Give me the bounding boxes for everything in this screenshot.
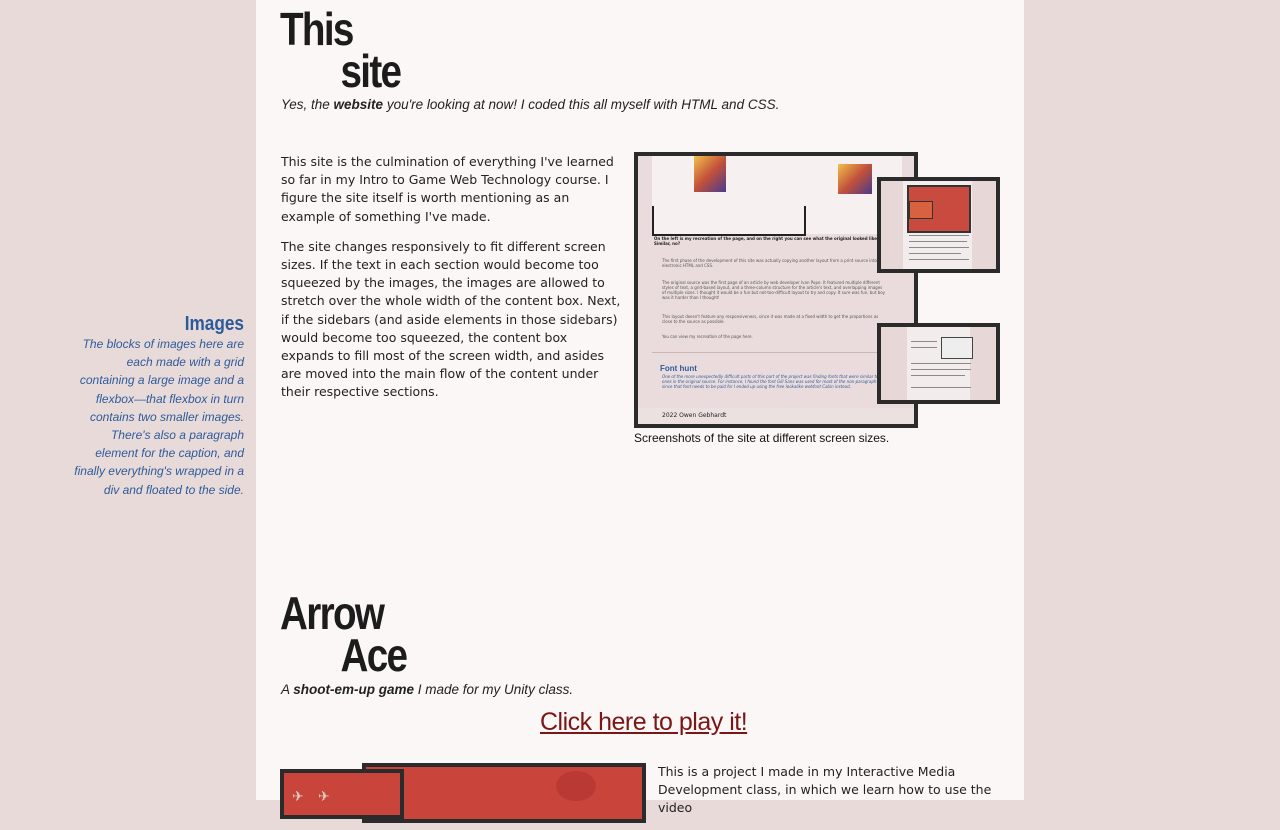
game-screenshot-large [362, 763, 646, 823]
screenshot-large: On the left is my recreation of the page… [634, 152, 918, 428]
mini-line [909, 235, 969, 236]
screenshot-p4: You can view my recreation of the page h… [662, 334, 753, 339]
paragraph: This site is the culmination of everythi… [281, 154, 614, 224]
mini-line [911, 363, 971, 364]
screenshot-p3: This layout doesn't feature any responsi… [662, 314, 879, 324]
mini-sidebar [881, 327, 907, 400]
title-line-1: Arrow [280, 587, 385, 639]
mini-sidebar-right [970, 327, 996, 400]
screenshot-frame [652, 206, 806, 236]
mini-line [909, 253, 961, 254]
subtitle-pre: Yes, the [281, 97, 334, 112]
mini-line [911, 375, 965, 376]
aside-images: Images The blocks of images here are eac… [72, 313, 244, 499]
title-line-2: site [340, 45, 402, 97]
screenshot-note: One of the more unexpectedly difficult p… [662, 374, 887, 389]
figure-caption: Screenshots of the site at different scr… [634, 431, 890, 445]
section-title-this-site: This site [280, 3, 402, 97]
screenshot-divider [652, 352, 902, 353]
subtitle-post: you're looking at now! I coded this all … [383, 97, 780, 112]
section-subtitle: A shoot-em-up game I made for my Unity c… [281, 682, 573, 697]
site-section-body: This site is the culmination of everythi… [281, 153, 621, 414]
aside-heading: Images [184, 313, 244, 335]
paragraph: The site changes responsively to fit dif… [281, 238, 621, 400]
game-screenshot-small: ✈ ✈ [280, 769, 404, 819]
mini-line [911, 369, 971, 370]
title-line-1: This [280, 3, 354, 55]
screenshot-p2: The original source was the first page o… [662, 280, 886, 300]
plane-icon: ✈ [318, 789, 330, 805]
mini-game-image-small [909, 201, 933, 219]
screenshot-small-top [877, 177, 1000, 273]
screenshot-footer: 2022 Owen Gebhardt [662, 412, 727, 419]
screenshot-heatmap-2 [838, 164, 872, 194]
mini-line [909, 247, 969, 248]
subtitle-pre: A [281, 682, 294, 697]
screenshot-heading: Font hunt [660, 364, 697, 373]
mini-line [911, 347, 937, 348]
paragraph: This is a project I made in my Interacti… [658, 764, 992, 816]
title-line-2: Ace [340, 629, 408, 681]
arrow-section-body: This is a project I made in my Interacti… [658, 763, 1003, 830]
screenshot-p1: The first phase of the development of th… [662, 258, 877, 268]
section-title-arrow-ace: Arrow Ace [280, 587, 408, 681]
play-game-link[interactable]: Click here to play it! [540, 708, 748, 737]
aside-text: The blocks of images here are each made … [74, 337, 244, 497]
game-bg-shape [556, 771, 596, 801]
subtitle-post: I made for my Unity class. [414, 682, 574, 697]
mini-sidebar-right [972, 181, 996, 269]
mini-line [911, 341, 937, 342]
plane-icon: ✈ [292, 789, 304, 805]
subtitle-bold: shoot-em-up game [293, 682, 415, 697]
screenshot-small-bottom [877, 323, 1000, 404]
mini-sidebar [881, 181, 903, 269]
mini-line [911, 387, 971, 388]
screenshot-intro-text: On the left is my recreation of the page… [654, 236, 879, 246]
screenshot-heatmap [694, 156, 726, 192]
section-subtitle: Yes, the website you're looking at now! … [281, 97, 779, 112]
mini-image [941, 337, 973, 359]
mini-line [909, 259, 969, 260]
mini-line [909, 241, 967, 242]
subtitle-bold: website [333, 97, 384, 112]
